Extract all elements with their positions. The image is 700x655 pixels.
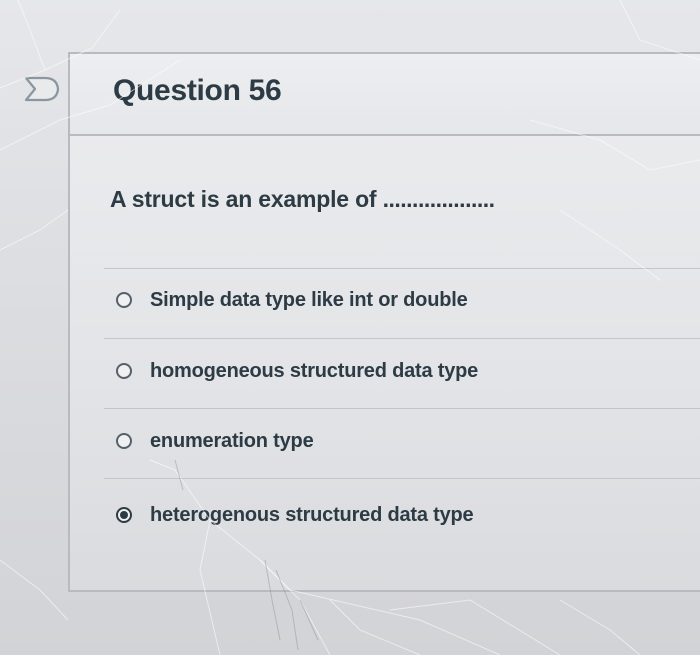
divider <box>104 408 700 409</box>
divider <box>104 268 700 269</box>
question-title: Question 56 <box>113 74 282 107</box>
answer-label[interactable]: homogeneous structured data type <box>150 360 478 383</box>
quiz-screen: Question 56 A struct is an example of ..… <box>0 0 700 655</box>
answer-label[interactable]: enumeration type <box>150 430 314 453</box>
prompt-blank: ................... <box>382 186 495 212</box>
flag-outline-icon[interactable] <box>23 76 61 102</box>
divider <box>104 338 700 339</box>
answer-option[interactable]: Simple data type like int or double <box>116 285 468 315</box>
answer-option[interactable]: homogeneous structured data type <box>116 356 478 386</box>
radio-button-unchecked[interactable] <box>116 363 132 379</box>
divider <box>104 478 700 479</box>
answer-label[interactable]: heterogenous structured data type <box>150 504 474 527</box>
radio-button-checked[interactable] <box>116 507 132 523</box>
answer-option-selected[interactable]: heterogenous structured data type <box>116 500 474 530</box>
question-prompt: A struct is an example of ..............… <box>110 186 495 213</box>
prompt-text: A struct is an example of <box>110 186 377 212</box>
answer-label[interactable]: Simple data type like int or double <box>150 289 468 312</box>
radio-button-unchecked[interactable] <box>116 292 132 308</box>
answer-option[interactable]: enumeration type <box>116 426 314 456</box>
radio-button-unchecked[interactable] <box>116 433 132 449</box>
